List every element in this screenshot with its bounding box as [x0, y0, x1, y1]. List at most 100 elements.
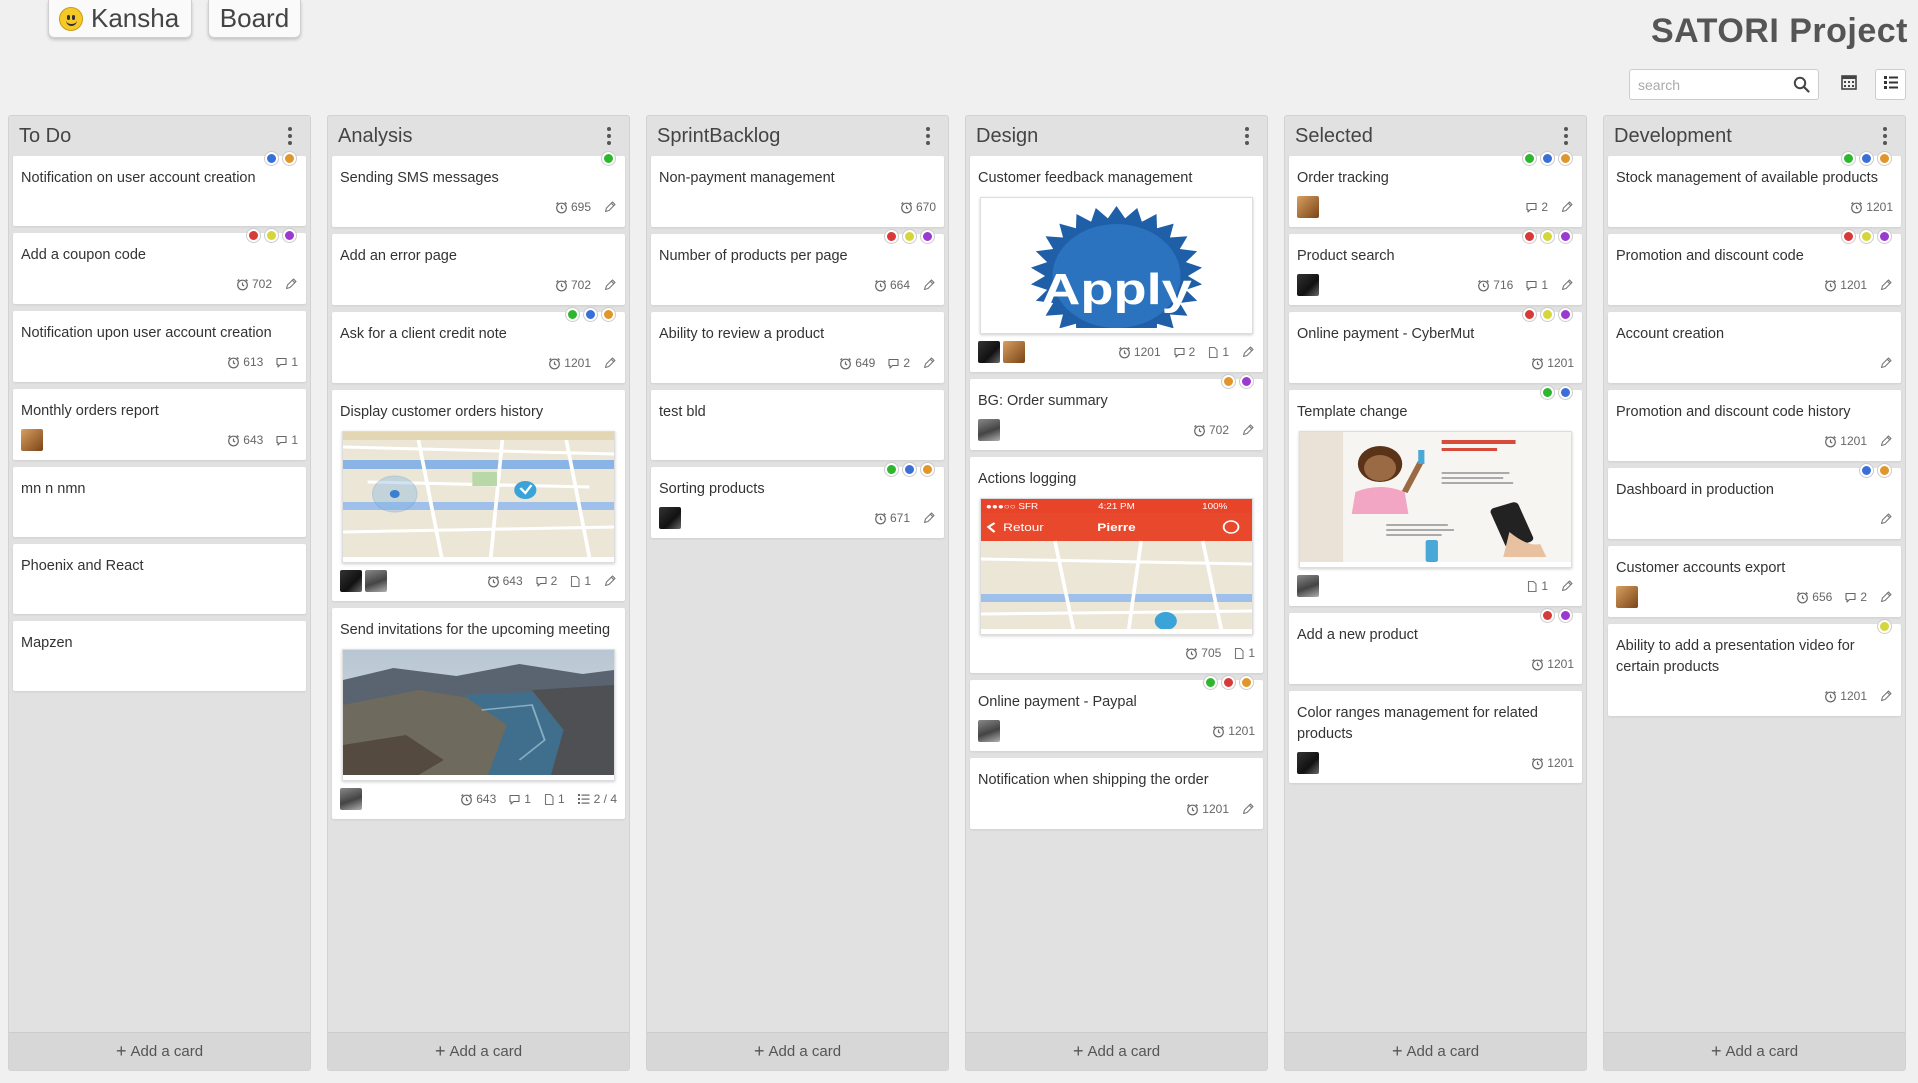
card[interactable]: Ability to review a product 649 2 [651, 312, 944, 383]
add-card-button[interactable]: + Add a card [1604, 1032, 1905, 1070]
avatar[interactable] [1003, 341, 1025, 363]
more-menu-icon[interactable] [918, 126, 938, 146]
edit-icon[interactable] [922, 356, 936, 370]
card[interactable]: Ask for a client credit note 1201 [332, 308, 625, 383]
card[interactable]: Customer feedback management Apply 1201 2 1 [970, 156, 1263, 372]
avatar[interactable] [659, 507, 681, 529]
avatar[interactable] [365, 570, 387, 592]
card[interactable]: Number of products per page 664 [651, 230, 944, 305]
add-card-button[interactable]: + Add a card [328, 1032, 629, 1070]
card[interactable]: Promotion and discount code history 1201 [1608, 390, 1901, 461]
card-title: Mapzen [21, 635, 73, 651]
card[interactable]: Display customer orders history 643 2 1 [332, 390, 625, 601]
card[interactable]: Non-payment management 670 [651, 156, 944, 227]
card[interactable]: mn n nmn [13, 467, 306, 537]
edit-icon[interactable] [1879, 434, 1893, 448]
card[interactable]: BG: Order summary 702 [970, 375, 1263, 450]
edit-icon[interactable] [1241, 802, 1255, 816]
avatar[interactable] [1616, 586, 1638, 608]
avatar[interactable] [340, 788, 362, 810]
label-dot-orange [1878, 152, 1891, 165]
avatar[interactable] [978, 720, 1000, 742]
card[interactable]: Ability to add a presentation video for … [1608, 620, 1901, 716]
card[interactable]: Sending SMS messages 695 [332, 152, 625, 227]
edit-icon[interactable] [1560, 278, 1574, 292]
avatar[interactable] [340, 570, 362, 592]
card[interactable]: Monthly orders report 643 1 [13, 389, 306, 460]
edit-icon[interactable] [603, 278, 617, 292]
card[interactable]: Add a coupon code 702 [13, 229, 306, 304]
clock-icon [1531, 757, 1544, 770]
avatar[interactable] [978, 419, 1000, 441]
card[interactable]: Phoenix and React [13, 544, 306, 614]
column-analysis: Analysis Sending SMS messages 695 Add an er… [327, 115, 630, 1071]
avatar[interactable] [1297, 575, 1319, 597]
edit-icon[interactable] [922, 278, 936, 292]
card[interactable]: Actions logging ●●●○○ SFR 4:21 PM 100% Retou… [970, 457, 1263, 673]
card[interactable]: Customer accounts export 656 2 [1608, 546, 1901, 617]
card[interactable]: Sorting products 671 [651, 463, 944, 538]
plus-icon: + [1072, 1041, 1084, 1061]
add-card-button[interactable]: + Add a card [966, 1032, 1267, 1070]
avatar[interactable] [978, 341, 1000, 363]
avatar[interactable] [1297, 752, 1319, 774]
card[interactable]: Notification when shipping the order 1201 [970, 758, 1263, 829]
edit-icon[interactable] [603, 200, 617, 214]
edit-icon[interactable] [1879, 356, 1893, 370]
avatar[interactable] [1297, 196, 1319, 218]
card[interactable]: Color ranges management for related prod… [1289, 691, 1582, 783]
edit-icon[interactable] [1560, 200, 1574, 214]
more-menu-icon[interactable] [280, 126, 300, 146]
edit-icon[interactable] [1879, 689, 1893, 703]
edit-icon[interactable] [603, 356, 617, 370]
edit-icon[interactable] [922, 511, 936, 525]
card[interactable]: Mapzen [13, 621, 306, 691]
app-menu-button[interactable]: Kansha [48, 0, 192, 38]
edit-icon[interactable] [284, 277, 298, 291]
card[interactable]: Online payment - Paypal 1201 [970, 676, 1263, 751]
clock-icon [839, 357, 852, 370]
more-menu-icon[interactable] [1237, 126, 1257, 146]
card-footer: 702 [21, 272, 298, 296]
card[interactable]: Add an error page 702 [332, 234, 625, 305]
card[interactable]: test bld [651, 390, 944, 460]
search-icon[interactable] [1793, 76, 1810, 98]
card[interactable]: Stock management of available products 12… [1608, 152, 1901, 227]
card[interactable]: Notification upon user account creation 6… [13, 311, 306, 382]
board-menu-button[interactable]: Board [208, 0, 301, 38]
card-members [978, 341, 1025, 363]
card[interactable]: Account creation [1608, 312, 1901, 383]
more-menu-icon[interactable] [1556, 126, 1576, 146]
more-menu-icon[interactable] [599, 126, 619, 146]
list-view-button[interactable] [1875, 69, 1906, 100]
add-card-button[interactable]: + Add a card [647, 1032, 948, 1070]
card-footer: 1 [1297, 574, 1574, 598]
edit-icon[interactable] [1241, 345, 1255, 359]
card[interactable]: Send invitations for the upcoming meetin… [332, 608, 625, 819]
card[interactable]: Template change 1 [1289, 386, 1582, 606]
card[interactable]: Product search 716 1 [1289, 230, 1582, 305]
avatar[interactable] [1297, 274, 1319, 296]
card[interactable]: Promotion and discount code 1201 [1608, 230, 1901, 305]
more-menu-icon[interactable] [1875, 126, 1895, 146]
edit-icon[interactable] [1879, 278, 1893, 292]
card[interactable]: Dashboard in production [1608, 464, 1901, 539]
edit-icon[interactable] [1241, 423, 1255, 437]
card[interactable]: Add a new product 1201 [1289, 609, 1582, 684]
label-dot-red [1541, 609, 1554, 622]
search-input[interactable] [1630, 70, 1780, 99]
edit-icon[interactable] [1560, 579, 1574, 593]
card-title: Add an error page [340, 248, 457, 264]
label-dot-blue [584, 308, 597, 321]
edit-icon[interactable] [603, 574, 617, 588]
edit-icon[interactable] [1879, 512, 1893, 526]
card[interactable]: Online payment - CyberMut 1201 [1289, 308, 1582, 383]
card[interactable]: Notification on user account creation [13, 152, 306, 226]
card[interactable]: Order tracking 2 [1289, 152, 1582, 227]
edit-icon[interactable] [1879, 590, 1893, 604]
add-card-button[interactable]: + Add a card [1285, 1032, 1586, 1070]
avatar[interactable] [21, 429, 43, 451]
calendar-view-button[interactable] [1833, 69, 1864, 100]
files-indicator: 1 [1207, 345, 1229, 359]
add-card-button[interactable]: + Add a card [9, 1032, 310, 1070]
